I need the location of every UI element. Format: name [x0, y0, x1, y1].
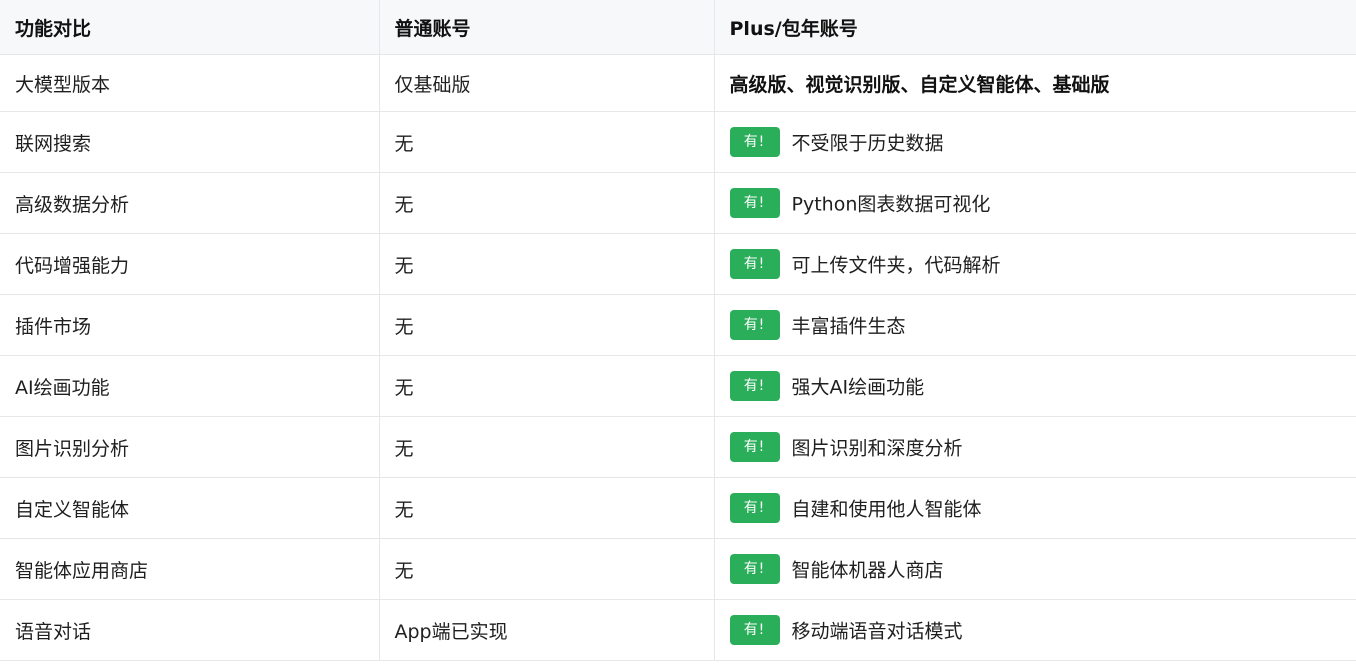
- available-badge: 有!: [729, 493, 780, 523]
- plus-cell: 有! 不受限于历史数据: [714, 111, 1356, 173]
- normal-cell: 无: [379, 416, 715, 478]
- normal-cell: 仅基础版: [379, 54, 715, 112]
- normal-cell: 无: [379, 233, 715, 295]
- normal-cell: 无: [379, 538, 715, 600]
- header-feature: 功能对比: [0, 0, 380, 55]
- table-header-row: 功能对比 普通账号 Plus/包年账号: [0, 0, 1356, 55]
- available-badge: 有!: [729, 310, 780, 340]
- available-badge: 有!: [729, 615, 780, 645]
- plus-description: 可上传文件夹，代码解析: [791, 254, 1001, 277]
- plus-cell: 有! 图片识别和深度分析: [714, 416, 1356, 478]
- table-row: AI绘画功能 无 有! 强大AI绘画功能: [0, 355, 1356, 417]
- feature-cell: 高级数据分析: [0, 172, 380, 234]
- plus-description: 丰富插件生态: [791, 315, 906, 338]
- available-badge: 有!: [729, 432, 780, 462]
- feature-cell: 大模型版本: [0, 54, 380, 112]
- plus-description: 强大AI绘画功能: [791, 376, 925, 399]
- comparison-table: 功能对比 普通账号 Plus/包年账号 大模型版本 仅基础版 高级版、视觉识别版…: [0, 0, 1356, 661]
- feature-cell: 自定义智能体: [0, 477, 380, 539]
- feature-cell: 图片识别分析: [0, 416, 380, 478]
- normal-cell: 无: [379, 172, 715, 234]
- feature-cell: 联网搜索: [0, 111, 380, 173]
- feature-cell: 语音对话: [0, 599, 380, 661]
- table-row: 图片识别分析 无 有! 图片识别和深度分析: [0, 416, 1356, 478]
- plus-description: Python图表数据可视化: [791, 193, 991, 216]
- feature-cell: 智能体应用商店: [0, 538, 380, 600]
- feature-cell: AI绘画功能: [0, 355, 380, 417]
- plus-cell: 有! 丰富插件生态: [714, 294, 1356, 356]
- table-row: 插件市场 无 有! 丰富插件生态: [0, 294, 1356, 356]
- table-row: 自定义智能体 无 有! 自建和使用他人智能体: [0, 477, 1356, 539]
- available-badge: 有!: [729, 371, 780, 401]
- table-row: 智能体应用商店 无 有! 智能体机器人商店: [0, 538, 1356, 600]
- feature-cell: 插件市场: [0, 294, 380, 356]
- normal-cell: 无: [379, 355, 715, 417]
- plus-cell: 有! 强大AI绘画功能: [714, 355, 1356, 417]
- plus-description: 不受限于历史数据: [791, 132, 944, 155]
- table-row: 联网搜索 无 有! 不受限于历史数据: [0, 111, 1356, 173]
- table-row: 大模型版本 仅基础版 高级版、视觉识别版、自定义智能体、基础版: [0, 54, 1356, 112]
- table-row: 代码增强能力 无 有! 可上传文件夹，代码解析: [0, 233, 1356, 295]
- plus-cell: 有! 移动端语音对话模式: [714, 599, 1356, 661]
- header-plus-account: Plus/包年账号: [714, 0, 1356, 55]
- normal-cell: App端已实现: [379, 599, 715, 661]
- available-badge: 有!: [729, 554, 780, 584]
- table-row: 高级数据分析 无 有! Python图表数据可视化: [0, 172, 1356, 234]
- normal-cell: 无: [379, 294, 715, 356]
- plus-cell: 有! 自建和使用他人智能体: [714, 477, 1356, 539]
- table-row: 语音对话 App端已实现 有! 移动端语音对话模式: [0, 599, 1356, 661]
- normal-cell: 无: [379, 477, 715, 539]
- feature-cell: 代码增强能力: [0, 233, 380, 295]
- plus-cell: 有! 可上传文件夹，代码解析: [714, 233, 1356, 295]
- plus-description: 自建和使用他人智能体: [791, 498, 982, 521]
- plus-cell: 有! 智能体机器人商店: [714, 538, 1356, 600]
- plus-cell: 高级版、视觉识别版、自定义智能体、基础版: [714, 54, 1356, 112]
- available-badge: 有!: [729, 188, 780, 218]
- available-badge: 有!: [729, 249, 780, 279]
- plus-description: 图片识别和深度分析: [791, 437, 963, 460]
- normal-cell: 无: [379, 111, 715, 173]
- plus-description: 智能体机器人商店: [791, 559, 944, 582]
- plus-cell: 有! Python图表数据可视化: [714, 172, 1356, 234]
- header-normal-account: 普通账号: [379, 0, 715, 55]
- available-badge: 有!: [729, 127, 780, 157]
- plus-description: 移动端语音对话模式: [791, 620, 963, 643]
